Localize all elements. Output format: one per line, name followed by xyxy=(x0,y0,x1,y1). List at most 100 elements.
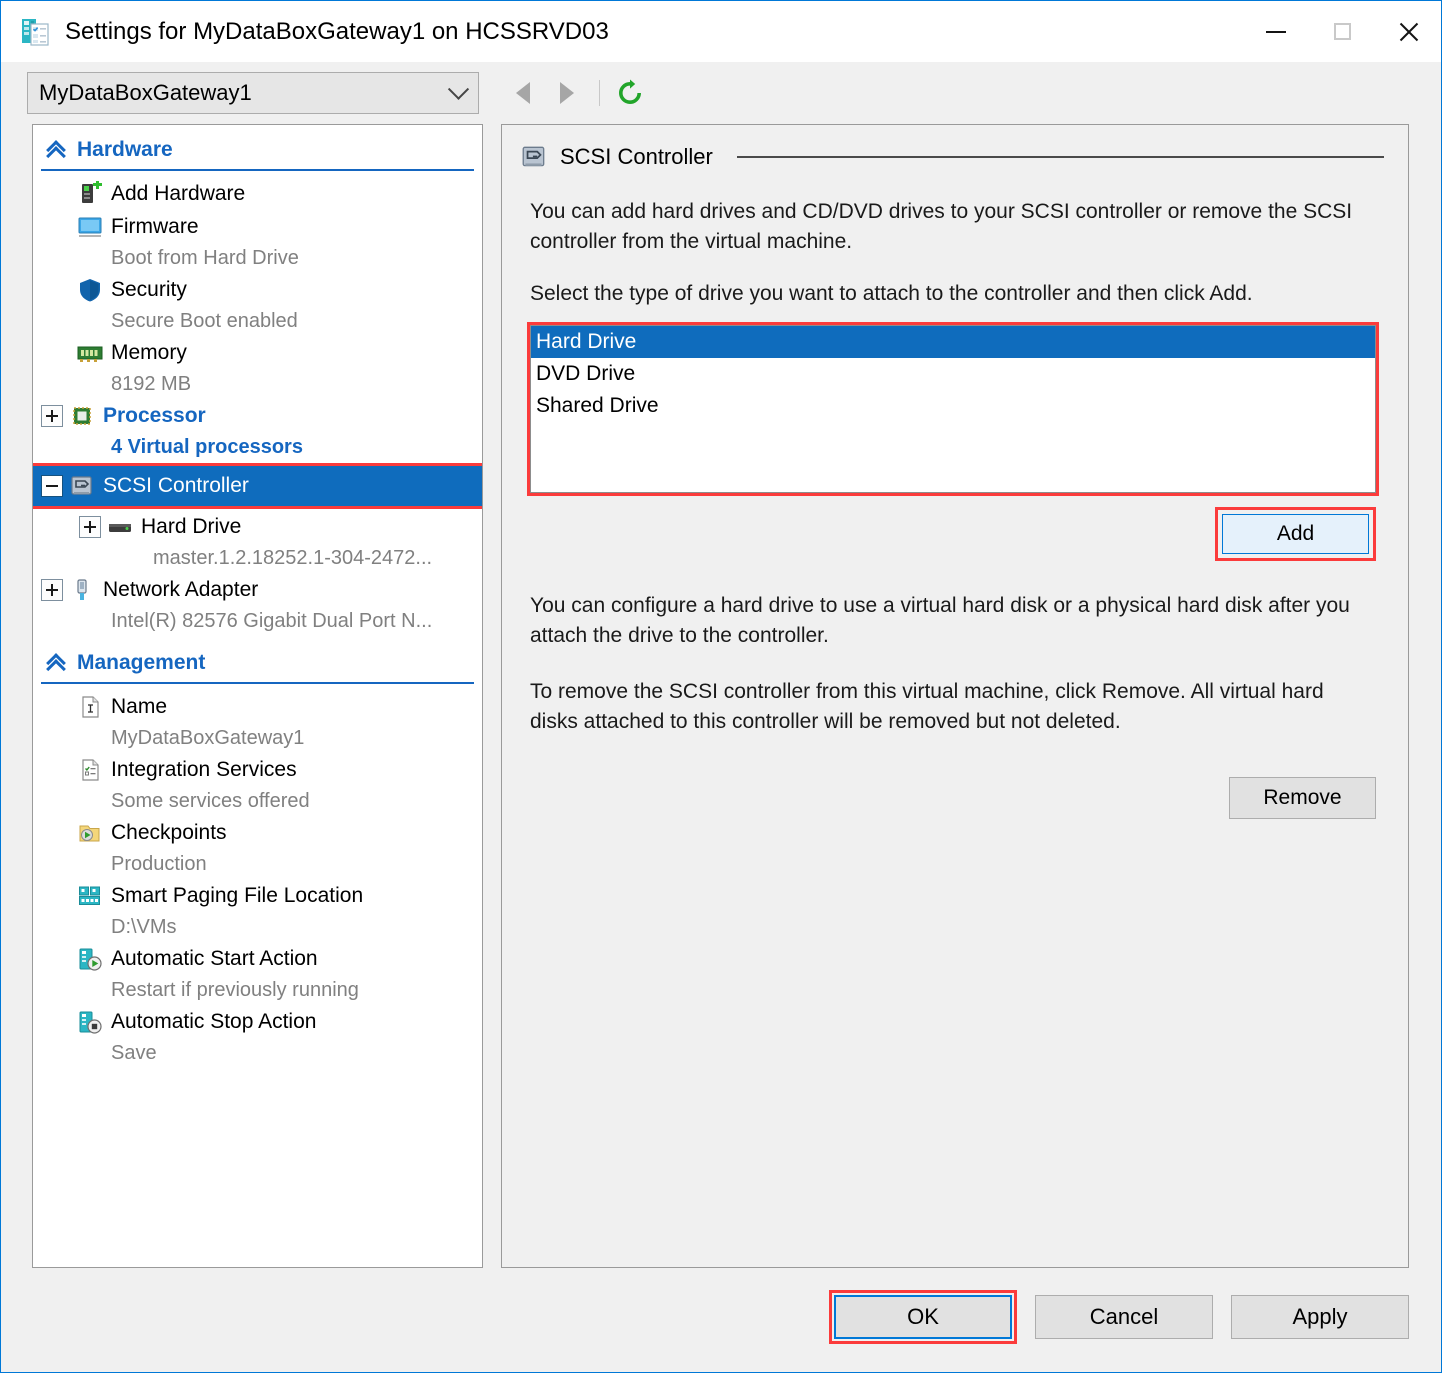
sidebar-item-automatic-stop-action[interactable]: Automatic Stop Action xyxy=(33,1005,482,1038)
sidebar-item-integration-services[interactable]: Integration Services xyxy=(33,753,482,786)
sidebar-item-firmware[interactable]: Firmware xyxy=(33,210,482,243)
sidebar-item-processor[interactable]: Processor xyxy=(33,399,482,432)
settings-vm-icon xyxy=(21,17,51,47)
add-button[interactable]: Add xyxy=(1222,514,1369,554)
settings-tree-panel[interactable]: Hardware Add Hardware Firmware Boot from… xyxy=(32,124,483,1268)
sidebar-item-subtext: MyDataBoxGateway1 xyxy=(111,726,305,749)
expand-network-adapter-icon[interactable] xyxy=(41,578,63,601)
back-arrow-icon[interactable] xyxy=(501,72,545,114)
sidebar-subtext-memory: 8192 MB xyxy=(33,369,482,399)
sidebar-item-automatic-start-action[interactable]: Automatic Start Action xyxy=(33,942,482,975)
sidebar-item-label: Firmware xyxy=(111,214,199,238)
add-button-row: Add xyxy=(530,507,1376,561)
section-title-management: Management xyxy=(77,651,206,674)
content-header-title: SCSI Controller xyxy=(560,144,713,169)
remove-button[interactable]: Remove xyxy=(1229,777,1376,819)
maximize-icon[interactable] xyxy=(1309,1,1375,62)
remove-button-row: Remove xyxy=(530,777,1376,819)
sidebar-item-memory[interactable]: Memory xyxy=(33,336,482,369)
description-paragraph-4: To remove the SCSI controller from this … xyxy=(530,680,1324,733)
description-paragraph-2: Select the type of drive you want to att… xyxy=(530,282,1253,305)
close-icon[interactable] xyxy=(1375,1,1441,62)
section-title-hardware: Hardware xyxy=(77,138,173,161)
toolbar: MyDataBoxGateway1 xyxy=(1,62,1441,124)
section-rule xyxy=(41,682,474,684)
nav-group xyxy=(501,72,650,114)
processor-icon xyxy=(69,403,95,429)
section-header-hardware[interactable]: Hardware xyxy=(33,133,482,167)
window-controls xyxy=(1243,1,1441,62)
apply-button[interactable]: Apply xyxy=(1231,1295,1409,1339)
sidebar-item-subtext: D:\VMs xyxy=(111,915,177,938)
sidebar-item-label: Smart Paging File Location xyxy=(111,883,364,907)
expand-processor-icon[interactable] xyxy=(41,404,63,427)
auto-start-icon xyxy=(77,946,103,972)
chevron-down-icon xyxy=(447,78,470,100)
checkpoints-icon xyxy=(77,820,103,846)
ok-button-highlight: OK xyxy=(829,1290,1017,1344)
sidebar-subtext-hard-drive: master.1.2.18252.1-304-2472... xyxy=(33,543,482,573)
sidebar-item-label: Name xyxy=(111,694,168,718)
sidebar-item-subtext: Save xyxy=(111,1041,157,1064)
sidebar-item-label: Processor xyxy=(103,403,206,427)
firmware-icon xyxy=(77,214,103,240)
sidebar-item-hard-drive[interactable]: Hard Drive xyxy=(33,510,482,543)
list-item-dvd-drive[interactable]: DVD Drive xyxy=(531,358,1375,390)
sidebar-item-subtext: Boot from Hard Drive xyxy=(111,246,299,269)
sidebar-item-subtext: Restart if previously running xyxy=(111,978,359,1001)
sidebar-item-label: Integration Services xyxy=(111,757,297,781)
forward-arrow-icon[interactable] xyxy=(545,72,589,114)
sidebar-item-scsi-controller[interactable]: SCSI Controller xyxy=(33,463,482,509)
list-item-hard-drive[interactable]: Hard Drive xyxy=(531,326,1375,358)
security-icon xyxy=(77,277,103,303)
description-paragraph-3: You can configure a hard drive to use a … xyxy=(530,594,1350,647)
description-paragraph-1: You can add hard drives and CD/DVD drive… xyxy=(530,200,1353,253)
sidebar-item-subtext: 8192 MB xyxy=(111,372,192,395)
window-title: Settings for MyDataBoxGateway1 on HCSSRV… xyxy=(65,17,609,45)
sidebar-item-label: Hard Drive xyxy=(141,514,242,538)
sidebar-subtext-automatic-stop: Save xyxy=(33,1038,482,1068)
vm-selector-value: MyDataBoxGateway1 xyxy=(39,80,252,105)
settings-dialog-window: Settings for MyDataBoxGateway1 on HCSSRV… xyxy=(0,0,1442,1373)
sidebar-subtext-automatic-start: Restart if previously running xyxy=(33,975,482,1005)
sidebar-item-subtext: Secure Boot enabled xyxy=(111,309,298,332)
sidebar-item-label: Automatic Start Action xyxy=(111,946,318,970)
scsi-controller-icon xyxy=(69,473,95,499)
integration-services-icon xyxy=(77,757,103,783)
minimize-icon[interactable] xyxy=(1243,1,1309,62)
sidebar-item-subtext: master.1.2.18252.1-304-2472... xyxy=(153,546,433,569)
sidebar-subtext-network-adapter: Intel(R) 82576 Gigabit Dual Port N... xyxy=(33,606,482,636)
network-adapter-icon xyxy=(69,577,95,603)
dialog-footer: OK Cancel Apply xyxy=(1,1262,1441,1372)
section-rule xyxy=(41,169,474,171)
sidebar-subtext-smart-paging: D:\VMs xyxy=(33,912,482,942)
sidebar-item-subtext: 4 Virtual processors xyxy=(111,435,303,458)
sidebar-subtext-security: Secure Boot enabled xyxy=(33,306,482,336)
vm-selector-dropdown[interactable]: MyDataBoxGateway1 xyxy=(27,72,479,114)
section-header-management[interactable]: Management xyxy=(33,646,482,680)
sidebar-item-checkpoints[interactable]: Checkpoints xyxy=(33,816,482,849)
dialog-body: Hardware Add Hardware Firmware Boot from… xyxy=(1,124,1441,1268)
sidebar-item-network-adapter[interactable]: Network Adapter xyxy=(33,573,482,606)
sidebar-item-label: Add Hardware xyxy=(111,181,246,205)
refresh-icon[interactable] xyxy=(610,73,650,113)
expand-hard-drive-icon[interactable] xyxy=(79,515,101,538)
sidebar-subtext-firmware: Boot from Hard Drive xyxy=(33,243,482,273)
sidebar-subtext-integration-services: Some services offered xyxy=(33,786,482,816)
sidebar-item-security[interactable]: Security xyxy=(33,273,482,306)
sidebar-item-name[interactable]: Name xyxy=(33,690,482,723)
cancel-button[interactable]: Cancel xyxy=(1035,1295,1213,1339)
sidebar-item-subtext: Production xyxy=(111,852,207,875)
sidebar-item-add-hardware[interactable]: Add Hardware xyxy=(33,177,482,210)
add-hardware-icon xyxy=(77,179,103,207)
sidebar-item-label: Memory xyxy=(111,340,187,364)
list-item-shared-drive[interactable]: Shared Drive xyxy=(531,390,1375,422)
sidebar-item-smart-paging-file-location[interactable]: Smart Paging File Location xyxy=(33,879,482,912)
drive-type-listbox[interactable]: Hard Drive DVD Drive Shared Drive xyxy=(527,322,1379,496)
sidebar-subtext-checkpoints: Production xyxy=(33,849,482,879)
sidebar-subtext-name: MyDataBoxGateway1 xyxy=(33,723,482,753)
name-icon xyxy=(77,694,103,720)
sidebar-item-subtext: Some services offered xyxy=(111,789,310,812)
collapse-scsi-icon[interactable] xyxy=(41,475,63,497)
ok-button[interactable]: OK xyxy=(834,1295,1012,1339)
